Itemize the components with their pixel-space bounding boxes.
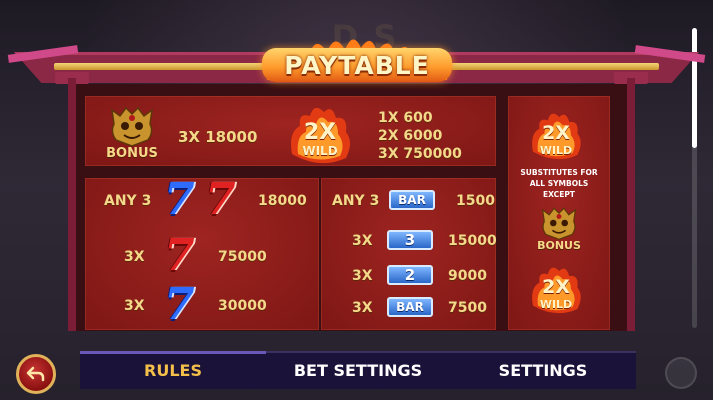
triple-bar-icon: 3 bbox=[387, 230, 433, 250]
red-seven-payout: 75000 bbox=[218, 249, 267, 265]
single-bar-icon: BAR bbox=[387, 297, 433, 317]
double-bar-icon: 2 bbox=[387, 265, 433, 285]
info-button[interactable] bbox=[665, 357, 697, 389]
sevens-any3-payout: 18000 bbox=[258, 193, 307, 209]
bars-any3-label: ANY 3 bbox=[332, 193, 380, 209]
blue-seven-icon: 7 bbox=[164, 279, 195, 330]
wild-info-bonus-label: BONUS bbox=[537, 239, 581, 252]
wild-pay-1x: 1X 600 bbox=[378, 110, 433, 126]
wild-label: WILD bbox=[302, 144, 338, 158]
triple-bar-payout: 15000 bbox=[448, 233, 497, 249]
wild-info-label: WILD bbox=[539, 144, 573, 157]
double-bar-payout: 9000 bbox=[448, 268, 487, 284]
tab-bar: RULES BET SETTINGS SETTINGS bbox=[80, 353, 636, 389]
wild-pay-2x: 2X 6000 bbox=[378, 128, 443, 144]
tab-active-indicator bbox=[80, 351, 266, 354]
tab-rules[interactable]: RULES bbox=[80, 353, 266, 389]
bonus-label: BONUS bbox=[106, 146, 158, 161]
wild-info-label-2: WILD bbox=[539, 298, 573, 311]
double-bar-count: 3X bbox=[352, 268, 373, 284]
wild-description-line-3: EXCEPT bbox=[543, 190, 575, 199]
sevens-any3-label: ANY 3 bbox=[104, 193, 152, 209]
bar-icon: BAR bbox=[389, 190, 435, 210]
wild-description-line-2: ALL SYMBOLS bbox=[529, 179, 589, 188]
wild-info-multiplier: 2X bbox=[542, 122, 570, 144]
wild-info-bonus-mask-icon: BONUS bbox=[535, 205, 583, 255]
wild-description-line-1: SUBSTITUTES FOR bbox=[520, 168, 598, 177]
wild-info-fire-icon: 2X WILD bbox=[528, 108, 584, 164]
blue-seven-icon: 7 bbox=[164, 174, 195, 225]
red-seven-count: 3X bbox=[124, 249, 145, 265]
back-button[interactable] bbox=[16, 354, 56, 394]
wild-multiplier: 2X bbox=[303, 120, 337, 145]
pillar-left bbox=[68, 78, 76, 331]
tab-settings[interactable]: SETTINGS bbox=[450, 353, 636, 389]
page-title: PAYTABLE bbox=[284, 51, 430, 80]
red-seven-icon: 7 bbox=[205, 174, 236, 225]
back-arrow-icon bbox=[26, 366, 45, 382]
tab-bet-settings[interactable]: BET SETTINGS bbox=[266, 353, 450, 389]
bars-any3-payout: 1500 bbox=[456, 193, 495, 209]
single-bar-count: 3X bbox=[352, 300, 373, 316]
blue-seven-payout: 30000 bbox=[218, 298, 267, 314]
single-bar-payout: 7500 bbox=[448, 300, 487, 316]
wild-pay-3x: 3X 750000 bbox=[378, 146, 462, 162]
bonus-payout: 3X 18000 bbox=[178, 128, 258, 146]
blue-seven-count: 3X bbox=[124, 298, 145, 314]
red-seven-icon: 7 bbox=[164, 230, 195, 281]
pillar-right bbox=[627, 78, 635, 331]
bonus-mask-icon: BONUS bbox=[104, 104, 160, 164]
wild-fire-icon: 2X WILD bbox=[286, 102, 354, 168]
triple-bar-count: 3X bbox=[352, 233, 373, 249]
wild-info-multiplier-2: 2X bbox=[542, 276, 570, 298]
wild-info-fire-icon-2: 2X WILD bbox=[528, 262, 584, 318]
